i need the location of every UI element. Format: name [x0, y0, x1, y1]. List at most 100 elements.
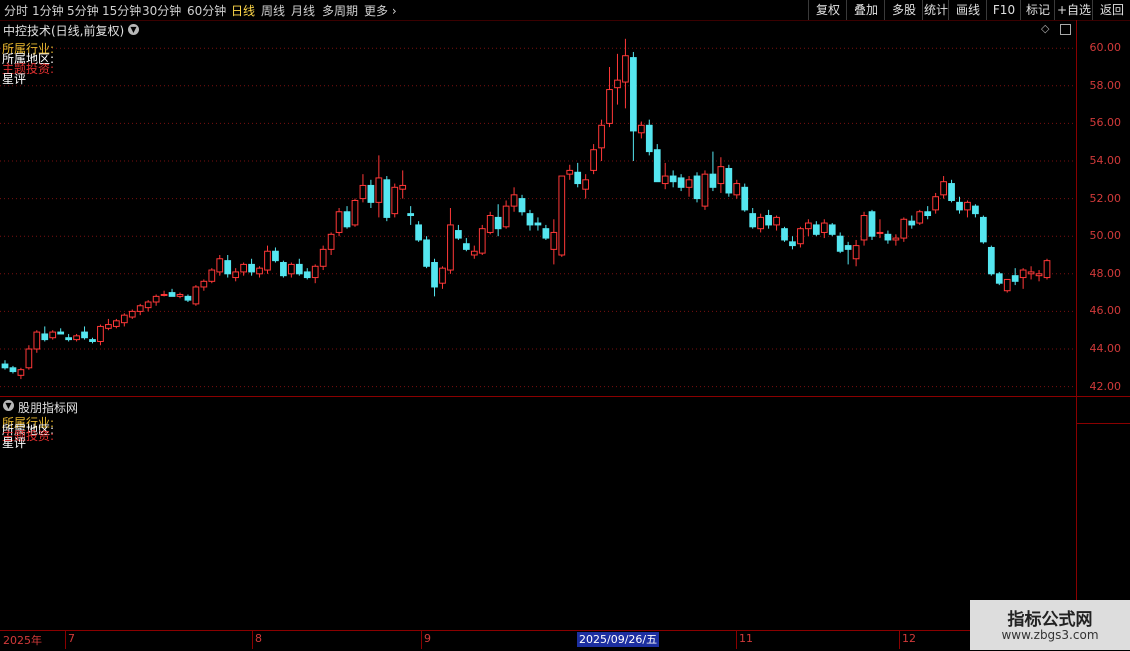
- period-tab-60min[interactable]: 60分钟: [187, 2, 226, 19]
- candle-body: [781, 228, 788, 241]
- candlestick: [725, 164, 733, 197]
- date-tick: [899, 631, 900, 649]
- back-button[interactable]: 返回: [1092, 0, 1130, 20]
- candlestick: [1043, 258, 1051, 280]
- candle-body: [812, 224, 820, 235]
- candlestick: [343, 206, 351, 229]
- period-tab-30min[interactable]: 30分钟: [142, 2, 181, 19]
- candlestick: [995, 271, 1003, 286]
- candle-body: [65, 337, 72, 341]
- period-tab-intraday[interactable]: 分时: [4, 2, 28, 19]
- period-tab-multi[interactable]: 多周期: [322, 2, 358, 19]
- candlestick: [248, 258, 255, 276]
- candlestick: [455, 224, 462, 240]
- candlestick: [598, 119, 605, 161]
- f10-button[interactable]: F10: [986, 0, 1021, 20]
- candle-body: [661, 175, 669, 185]
- candle-body: [89, 339, 96, 342]
- period-tab-daily[interactable]: 日线: [231, 2, 255, 19]
- candle-body: [144, 301, 152, 309]
- overlay-button[interactable]: 叠加: [846, 0, 885, 20]
- candlestick: [327, 232, 335, 255]
- candle-body: [733, 183, 741, 196]
- candlestick: [375, 155, 383, 218]
- candle-body: [526, 213, 534, 226]
- candle-body: [900, 218, 908, 239]
- candlestick: [1019, 268, 1027, 289]
- chevron-down-icon[interactable]: ▼: [128, 24, 139, 35]
- candlestick: [542, 224, 550, 240]
- candlestick: [1027, 266, 1035, 280]
- candle-body: [749, 213, 757, 228]
- candlestick: [980, 215, 987, 244]
- candlestick: [264, 245, 271, 274]
- period-tab-monthly[interactable]: 月线: [291, 2, 315, 19]
- candle-body: [25, 348, 33, 369]
- candle-body: [606, 89, 613, 124]
- candlestick: [200, 279, 208, 291]
- candle-body: [128, 310, 136, 318]
- candlestick: [1, 360, 9, 370]
- candlestick: [956, 196, 963, 214]
- statistics-button[interactable]: 统计: [922, 0, 949, 20]
- candle-body: [1011, 275, 1019, 282]
- candlestick: [964, 200, 971, 218]
- date-label-jul: 7: [68, 632, 75, 645]
- candlestick: [812, 221, 820, 237]
- candlestick: [128, 309, 136, 319]
- window-toggle-icon[interactable]: [1060, 24, 1071, 35]
- candlestick: [749, 208, 757, 229]
- candle-body: [534, 222, 542, 226]
- candlestick: [805, 219, 812, 237]
- add-watchlist-button[interactable]: +自选: [1054, 0, 1093, 20]
- candle-body: [630, 57, 637, 132]
- chevron-right-icon: ›: [388, 4, 397, 18]
- star-rating-label: 星评: [2, 72, 27, 86]
- candlestick: [89, 337, 96, 344]
- candlestick: [351, 198, 359, 227]
- price-tick-label: 54.00: [1089, 154, 1122, 167]
- candle-body: [637, 124, 645, 134]
- diamond-icon[interactable]: ◇: [1041, 22, 1049, 35]
- candle-body: [216, 258, 224, 273]
- adjust-button[interactable]: 复权: [808, 0, 847, 20]
- candlestick: [272, 247, 279, 263]
- candlestick: [136, 303, 144, 316]
- period-tab-more[interactable]: 更多 ›: [364, 2, 397, 19]
- candle-body: [653, 149, 661, 183]
- chevron-down-icon[interactable]: ▼: [3, 400, 14, 411]
- candlestick: [17, 367, 25, 380]
- candlestick: [868, 209, 876, 240]
- period-tab-1min[interactable]: 1分钟: [32, 2, 64, 19]
- candle-body: [916, 211, 924, 224]
- candlestick: [192, 285, 200, 306]
- mark-button[interactable]: 标记: [1020, 0, 1055, 20]
- candle-body: [160, 293, 168, 296]
- candlestick: [486, 211, 494, 235]
- candle-body: [884, 233, 892, 241]
- price-tick-label: 56.00: [1089, 116, 1122, 130]
- period-tab-5min[interactable]: 5分钟: [67, 2, 99, 19]
- candlestick: [916, 209, 924, 225]
- candlestick: [97, 324, 104, 346]
- candlestick: [701, 170, 709, 210]
- candle-body: [200, 280, 208, 288]
- candlestick: [510, 187, 518, 212]
- period-tab-weekly[interactable]: 周线: [261, 2, 285, 19]
- candle-body: [335, 211, 343, 233]
- candlestick: [645, 119, 653, 156]
- candlestick: [590, 144, 597, 175]
- draw-line-button[interactable]: 画线: [948, 0, 987, 20]
- top-toolbar: 分时 1分钟 5分钟 15分钟 30分钟 60分钟 日线 周线 月线 多周期 更…: [0, 0, 1130, 21]
- candle-body: [367, 184, 375, 203]
- candle-body: [725, 168, 733, 194]
- multi-stock-button[interactable]: 多股: [884, 0, 923, 20]
- period-tab-15min[interactable]: 15分钟: [102, 2, 141, 19]
- date-label-aug: 8: [255, 632, 262, 645]
- candle-body: [860, 215, 868, 241]
- candle-body: [264, 250, 271, 271]
- date-axis: 2025年 7 8 9 2025/09/26/五 11 12: [0, 630, 1076, 651]
- candlestick: [1011, 268, 1019, 286]
- main-chart[interactable]: [0, 20, 1076, 396]
- more-label: 更多: [364, 4, 389, 18]
